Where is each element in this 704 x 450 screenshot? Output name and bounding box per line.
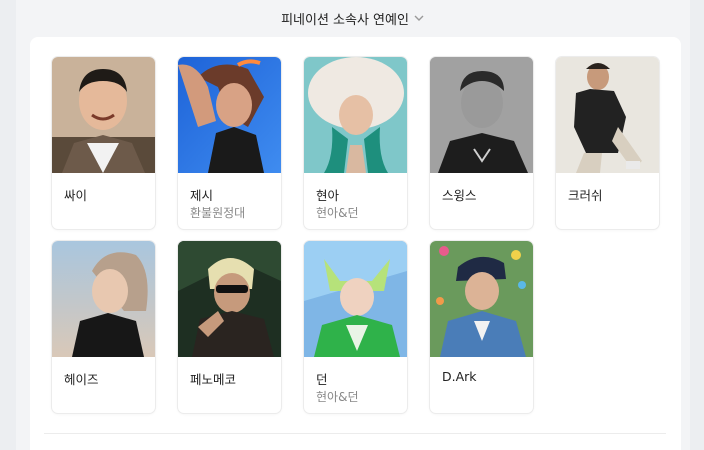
artist-photo bbox=[52, 241, 155, 357]
artist-card-heize[interactable]: 헤이즈 bbox=[52, 241, 155, 413]
artist-grid-panel: 싸이 제시 환불원정대 현아 현아&던 스윙스 크러쉬 헤이즈 페노메코 던 현… bbox=[30, 37, 681, 450]
artist-group: 현아&던 bbox=[316, 206, 359, 220]
section-divider bbox=[44, 433, 666, 434]
chevron-down-icon[interactable] bbox=[413, 12, 425, 24]
artist-group: 현아&던 bbox=[316, 390, 359, 404]
artist-photo bbox=[178, 241, 281, 357]
artist-name[interactable]: 스윙스 bbox=[442, 185, 477, 204]
artist-name[interactable]: 크러쉬 bbox=[568, 185, 603, 204]
artist-card-swings[interactable]: 스윙스 bbox=[430, 57, 533, 229]
artist-photo bbox=[52, 57, 155, 173]
artist-name[interactable]: 던 bbox=[316, 369, 328, 388]
artist-card-crush[interactable]: 크러쉬 bbox=[556, 57, 659, 229]
left-gutter bbox=[0, 0, 16, 450]
artist-card-hyuna[interactable]: 현아 현아&던 bbox=[304, 57, 407, 229]
section-title[interactable]: 피네이션 소속사 연예인 bbox=[281, 9, 409, 28]
artist-photo bbox=[556, 57, 659, 173]
artist-photo bbox=[304, 241, 407, 357]
artist-photo bbox=[430, 241, 533, 357]
artist-card-dawn[interactable]: 던 현아&던 bbox=[304, 241, 407, 413]
artist-group: 환불원정대 bbox=[190, 206, 246, 220]
artist-photo bbox=[304, 57, 407, 173]
artist-name[interactable]: D.Ark bbox=[442, 369, 477, 384]
right-gutter bbox=[690, 0, 704, 450]
artist-name[interactable]: 페노메코 bbox=[190, 369, 236, 388]
artist-photo bbox=[178, 57, 281, 173]
artist-card-jessi[interactable]: 제시 환불원정대 bbox=[178, 57, 281, 229]
artist-name[interactable]: 싸이 bbox=[64, 185, 87, 204]
section-header[interactable]: 피네이션 소속사 연예인 bbox=[16, 0, 690, 36]
artist-name[interactable]: 헤이즈 bbox=[64, 369, 99, 388]
artist-name[interactable]: 제시 bbox=[190, 185, 213, 204]
artist-name[interactable]: 현아 bbox=[316, 185, 339, 204]
artist-card-psy[interactable]: 싸이 bbox=[52, 57, 155, 229]
page: 피네이션 소속사 연예인 싸이 제시 환불원정대 현아 현아&던 스윙스 크러쉬… bbox=[0, 0, 704, 450]
artist-photo bbox=[430, 57, 533, 173]
artist-card-penomeco[interactable]: 페노메코 bbox=[178, 241, 281, 413]
artist-card-dark[interactable]: D.Ark bbox=[430, 241, 533, 413]
